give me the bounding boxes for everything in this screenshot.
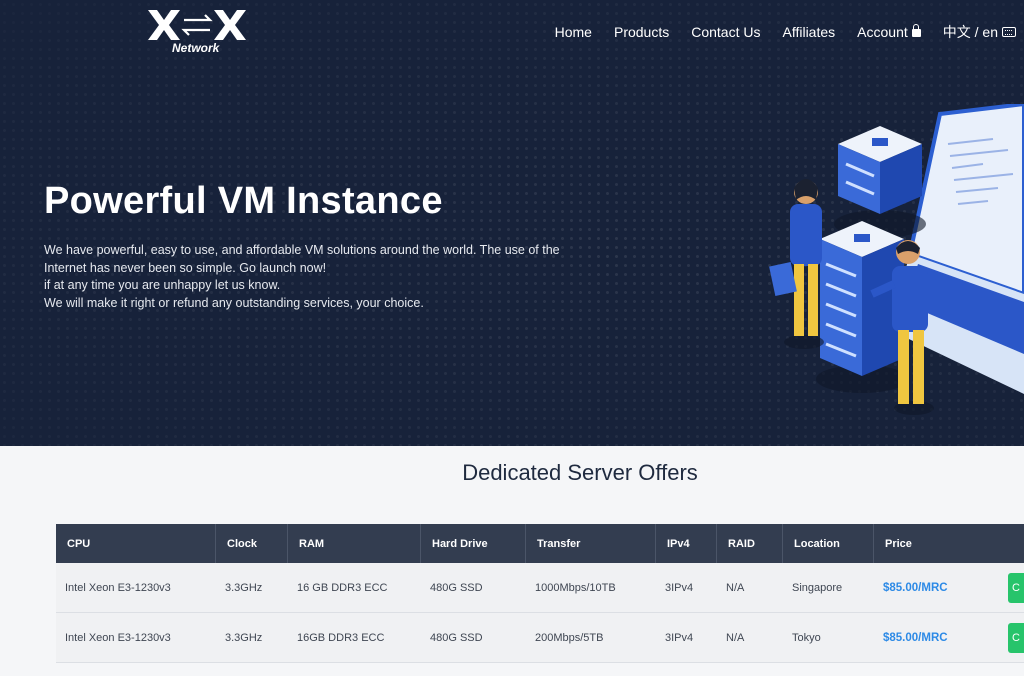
server-illustration bbox=[769, 104, 1024, 415]
cell-hard-drive: 480G SSD bbox=[430, 581, 483, 594]
cell-ram: 16 GB DDR3 ECC bbox=[297, 581, 388, 594]
hero-banner: Network Home Products Contact Us Affilia… bbox=[0, 0, 1024, 446]
col-location: Location bbox=[783, 524, 874, 563]
col-clock: Clock bbox=[216, 524, 288, 563]
col-hard-drive: Hard Drive bbox=[421, 524, 526, 563]
col-price: Price bbox=[885, 537, 912, 550]
order-button[interactable]: C bbox=[1008, 572, 1024, 603]
cell-ipv4: 3IPv4 bbox=[665, 581, 694, 594]
cell-transfer: 200Mbps/5TB bbox=[535, 631, 604, 644]
cell-cpu: Intel Xeon E3-1230v3 bbox=[65, 631, 171, 644]
lock-icon bbox=[911, 24, 921, 37]
cell-clock: 3.3GHz bbox=[225, 581, 263, 594]
cell-location: Singapore bbox=[792, 581, 843, 594]
nav-affiliates[interactable]: Affiliates bbox=[782, 22, 835, 42]
server-stack-back bbox=[834, 126, 926, 238]
cell-hard-drive: 480G SSD bbox=[430, 631, 483, 644]
offers-table: CPU Clock RAM Hard Drive Transfer IPv4 R… bbox=[56, 524, 1024, 663]
keyboard-icon bbox=[1002, 27, 1016, 37]
nav-contact-us[interactable]: Contact Us bbox=[691, 22, 760, 42]
cell-ram: 16GB DDR3 ECC bbox=[297, 631, 385, 644]
table-row: Intel Xeon E3-1230v3 3.3GHz 16 GB DDR3 E… bbox=[56, 563, 1024, 613]
col-transfer: Transfer bbox=[526, 524, 656, 563]
hero-line: We will make it right or refund any outs… bbox=[44, 295, 424, 310]
nav-products[interactable]: Products bbox=[614, 22, 669, 42]
cell-raid: N/A bbox=[726, 581, 745, 594]
hero-description: We have powerful, easy to use, and affor… bbox=[44, 242, 564, 312]
cell-cpu: Intel Xeon E3-1230v3 bbox=[65, 581, 171, 594]
nav-account-label: Account bbox=[857, 24, 908, 40]
brand-logo[interactable]: Network bbox=[148, 6, 248, 56]
cell-raid: N/A bbox=[726, 631, 745, 644]
section-title: Dedicated Server Offers bbox=[462, 460, 698, 485]
price-text: $85.00/MRC bbox=[883, 631, 948, 644]
nav-home[interactable]: Home bbox=[555, 22, 592, 42]
cell-ipv4: 3IPv4 bbox=[665, 631, 694, 644]
hero-line: if at any time you are unhappy let us kn… bbox=[44, 278, 281, 292]
col-ipv4: IPv4 bbox=[656, 524, 717, 563]
nav-account[interactable]: Account bbox=[857, 22, 921, 42]
top-nav: Home Products Contact Us Affiliates Acco… bbox=[533, 22, 1016, 42]
table-row: Intel Xeon E3-1230v3 3.3GHz 16GB DDR3 EC… bbox=[56, 613, 1024, 663]
cell-price: $85.00/MRC C bbox=[874, 613, 1024, 662]
price-text: $85.00/MRC bbox=[883, 581, 948, 594]
person-woman bbox=[769, 179, 824, 349]
table-header: CPU Clock RAM Hard Drive Transfer IPv4 R… bbox=[56, 524, 1024, 563]
hero-title: Powerful VM Instance bbox=[44, 180, 443, 222]
nav-language-label: 中文 / en bbox=[942, 24, 998, 40]
cell-clock: 3.3GHz bbox=[225, 631, 263, 644]
col-ram: RAM bbox=[288, 524, 421, 563]
nav-language[interactable]: 中文 / en bbox=[943, 22, 1016, 42]
hero-line: We have powerful, easy to use, and affor… bbox=[44, 243, 560, 257]
cell-transfer: 1000Mbps/10TB bbox=[535, 581, 616, 594]
col-raid: RAID bbox=[717, 524, 783, 563]
order-button[interactable]: C bbox=[1008, 622, 1024, 653]
cell-price: $85.00/MRC C bbox=[874, 563, 1024, 612]
cell-location: Tokyo bbox=[792, 631, 821, 644]
xsx-logo-icon bbox=[148, 10, 246, 40]
brand-subtitle: Network bbox=[172, 41, 220, 55]
col-cpu: CPU bbox=[56, 524, 216, 563]
hero-line: Internet has never been so simple. Go la… bbox=[44, 260, 327, 275]
